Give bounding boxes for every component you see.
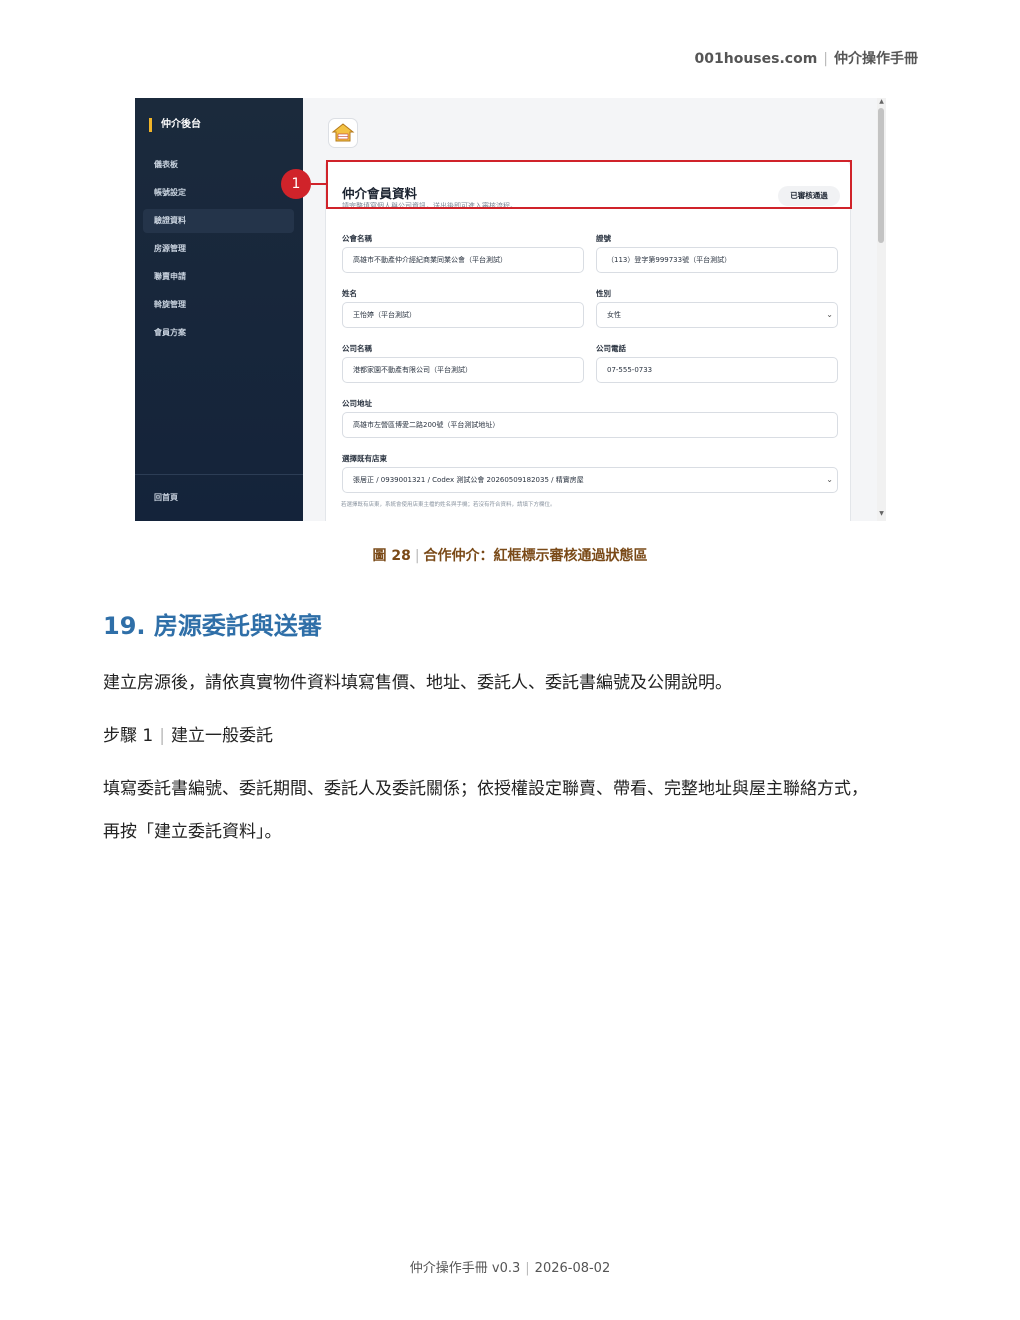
footer-version: 仲介操作手冊 v0.3	[409, 1261, 521, 1276]
figure-number: 圖 28	[372, 548, 411, 564]
scroll-thumb[interactable]	[878, 108, 884, 243]
header-separator: |	[823, 51, 828, 67]
site-name: 001houses.com	[694, 51, 818, 67]
footer-date: 2026-08-02	[534, 1261, 611, 1276]
logo	[328, 118, 358, 148]
license-label: 證號	[596, 234, 611, 243]
step-label: 步驟 1	[103, 726, 154, 746]
gender-select-value: 女性	[607, 311, 621, 319]
sidebar-item-mediation[interactable]: 斡旋管理	[143, 293, 294, 317]
sidebar-title: 仲介後台	[149, 118, 201, 132]
chevron-down-icon: ⌄	[826, 310, 833, 319]
sidebar-divider	[135, 474, 303, 475]
sidebar-item-dashboard[interactable]: 儀表板	[143, 153, 294, 177]
figure-caption: 圖 28 | 合作仲介：紅框標示審核通過狀態區	[0, 545, 1020, 565]
scroll-up-arrow-icon[interactable]: ▲	[877, 98, 886, 105]
step-marker: 1	[281, 169, 311, 199]
store-label: 選擇既有店東	[342, 454, 387, 463]
section-title: 19. 房源委託與送審	[103, 612, 322, 640]
sidebar: 仲介後台 儀表板 帳號設定 驗證資料 房源管理 聯賣申請 斡旋管理 會員方案 回…	[135, 98, 303, 521]
chevron-down-icon: ⌄	[826, 475, 833, 484]
address-field[interactable]: 高雄市左營區博愛二路200號（平台測試地址）	[342, 412, 838, 438]
scroll-down-arrow-icon[interactable]: ▼	[877, 510, 886, 517]
company-label: 公司名稱	[342, 344, 372, 353]
sidebar-item-verification[interactable]: 驗證資料	[143, 209, 294, 233]
caption-separator: |	[414, 548, 420, 564]
step-heading: 步驟 1 | 建立一般委託	[103, 721, 933, 751]
figure-text: 合作仲介：紅框標示審核通過狀態區	[423, 548, 648, 564]
intro-paragraph: 建立房源後，請依真實物件資料填寫售價、地址、委託人、委託書編號及公開說明。	[103, 673, 732, 693]
manual-name: 仲介操作手冊	[834, 51, 918, 67]
sidebar-item-plans[interactable]: 會員方案	[143, 321, 294, 345]
step-text: 建立一般委託	[170, 726, 273, 746]
instruction-line-1: 填寫委託書編號、委託期間、委託人及委託關係；依授權設定聯賣、帶看、完整地址與屋主…	[103, 779, 868, 799]
embedded-screenshot: 仲介後台 儀表板 帳號設定 驗證資料 房源管理 聯賣申請 斡旋管理 會員方案 回…	[135, 98, 886, 521]
sidebar-item-listings[interactable]: 房源管理	[143, 237, 294, 261]
page-header: 001houses.com | 仲介操作手冊	[695, 48, 918, 68]
association-label: 公會名稱	[342, 234, 372, 243]
sidebar-item-account[interactable]: 帳號設定	[143, 181, 294, 205]
store-select[interactable]: 張居正 / 0939001321 / Codex 測試公會 2026050918…	[342, 467, 838, 493]
page-footer: 仲介操作手冊 v0.3 | 2026-08-02	[0, 1257, 1020, 1276]
step-separator: |	[159, 726, 165, 746]
sidebar-home-link[interactable]: 回首頁	[154, 492, 178, 503]
sidebar-item-joint-sale[interactable]: 聯賣申請	[143, 265, 294, 289]
name-field[interactable]: 王怡婷（平台測試）	[342, 302, 584, 328]
phone-label: 公司電話	[596, 344, 626, 353]
license-field[interactable]: （113）登字第999733號（平台測試）	[596, 247, 838, 273]
store-hint: 若選擇既有店東，系統會使用店東主檔的姓名與手機；若沒有符合資料，請填下方欄位。	[341, 502, 556, 508]
scrollbar[interactable]: ▲ ▼	[877, 98, 886, 521]
phone-field[interactable]: 07-555-0733	[596, 357, 838, 383]
association-field[interactable]: 高雄市不動產仲介經紀商業同業公會（平台測試）	[342, 247, 584, 273]
gender-label: 性別	[596, 289, 611, 298]
store-select-value: 張居正 / 0939001321 / Codex 測試公會 2026050918…	[353, 476, 584, 484]
house-logo-icon	[331, 123, 355, 142]
marker-pointer	[311, 183, 326, 185]
gender-select[interactable]: 女性 ⌄	[596, 302, 838, 328]
member-info-card: 仲介會員資料 請完整填寫個人與公司資訊，送出後即可進入審核流程。 已審核通過 公…	[325, 160, 851, 521]
address-label: 公司地址	[342, 399, 372, 408]
footer-separator: |	[525, 1261, 530, 1276]
name-label: 姓名	[342, 289, 357, 298]
instruction-line-2: 再按「建立委託資料」。	[103, 822, 282, 842]
highlight-box	[326, 160, 852, 209]
company-field[interactable]: 港都家園不動產有限公司（平台測試）	[342, 357, 584, 383]
